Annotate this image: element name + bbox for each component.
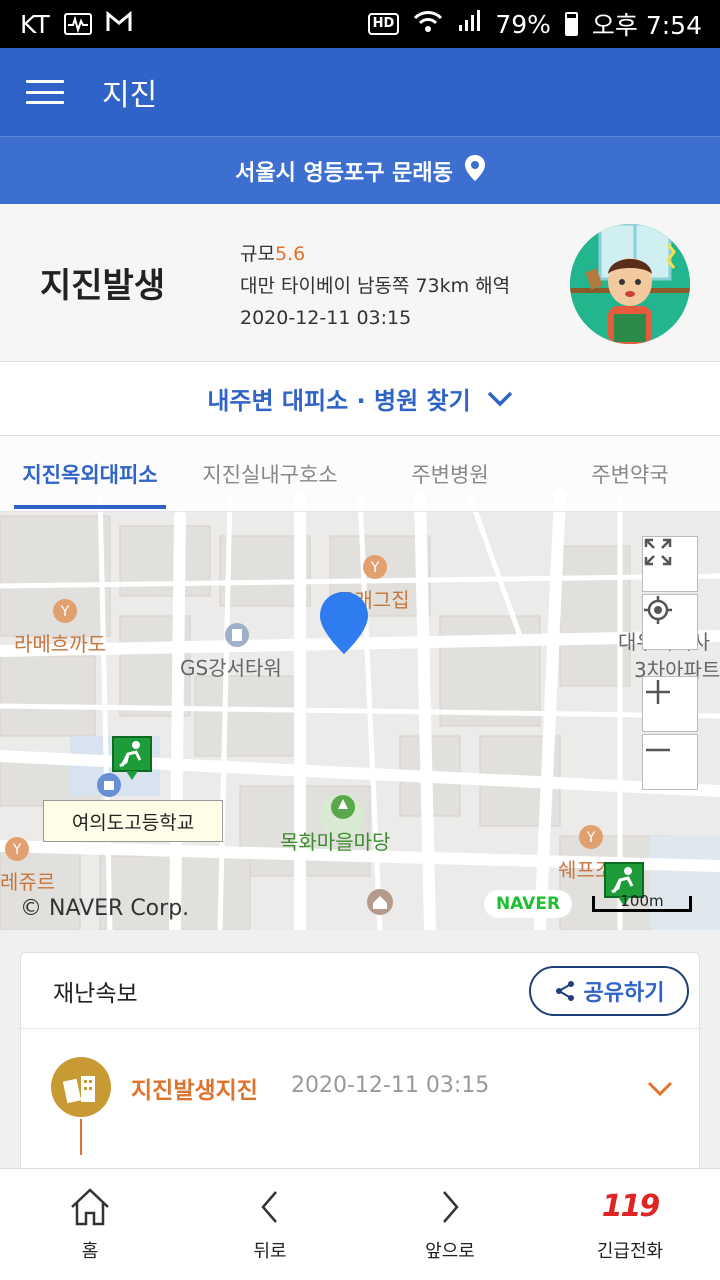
battery-icon — [564, 12, 578, 36]
earthquake-card: 지진발생 규모5.6 대만 타이베이 남동쪽 73km 해역 2020-12-1… — [0, 204, 720, 362]
character-illustration — [570, 224, 690, 344]
school-label[interactable]: 여의도고등학교 — [43, 800, 223, 842]
activity-icon — [63, 13, 92, 35]
svg-text:Y: Y — [60, 604, 70, 620]
building-collapse-icon — [51, 1057, 111, 1117]
nav-forward[interactable]: 앞으로 — [360, 1169, 540, 1280]
zoom-in-button[interactable] — [642, 676, 698, 732]
poi-park[interactable]: 목화마을마당 — [280, 826, 390, 855]
nav-back-label: 뒤로 — [253, 1240, 287, 1262]
share-button[interactable]: 공유하기 — [529, 965, 689, 1016]
my-location-button[interactable] — [642, 594, 698, 650]
magnitude-value: 5.6 — [274, 243, 306, 265]
map-copyright: © NAVER Corp. — [20, 896, 190, 921]
nav-emergency-label: 긴급전화 — [596, 1240, 664, 1262]
emergency-number: 119 — [601, 1189, 661, 1224]
signal-icon — [457, 9, 481, 39]
crosshair-icon — [644, 596, 672, 624]
earthquake-info: 규모5.6 대만 타이베이 남동쪽 73km 해역 2020-12-11 03:… — [240, 238, 510, 334]
svg-text:Y: Y — [586, 830, 596, 846]
earthquake-title: 지진발생 — [40, 266, 166, 306]
find-shelter-toggle[interactable]: 내주변 대피소 · 병원 찾기 — [0, 362, 720, 436]
magnitude-label: 규모 — [240, 243, 275, 265]
plus-icon — [646, 680, 670, 704]
tab-hospital[interactable]: 주변병원 — [360, 436, 540, 511]
nav-forward-label: 앞으로 — [425, 1240, 475, 1262]
location-bar[interactable]: 서울시 영등포구 문래동 — [0, 136, 720, 204]
svg-text:Y: Y — [370, 560, 380, 576]
home-icon — [68, 1187, 112, 1227]
nav-back[interactable]: 뒤로 — [180, 1169, 360, 1280]
emergency-119-icon: 119 — [601, 1187, 661, 1227]
nav-home[interactable]: 홈 — [0, 1169, 180, 1280]
facility-tabs: 지진옥외대피소 지진실내구호소 주변병원 주변약국 — [0, 436, 720, 512]
svg-text:Y: Y — [12, 842, 22, 858]
chevron-left-icon — [258, 1187, 282, 1227]
clock: 오후 7:54 — [591, 11, 702, 40]
poi-bakery[interactable]: 레쥬르 — [0, 866, 55, 895]
nav-home-label: 홈 — [81, 1240, 99, 1262]
app-bar: 지진 — [0, 48, 720, 136]
disaster-news-item[interactable]: 지진발생지진 2020-12-11 03:15 — [21, 1053, 699, 1155]
gmail-icon — [106, 10, 132, 39]
nav-emergency-call[interactable]: 119 긴급전화 — [540, 1169, 720, 1280]
chevron-down-icon[interactable] — [647, 1081, 673, 1101]
location-pin-icon — [464, 154, 485, 187]
earthquake-datetime: 2020-12-11 03:15 — [240, 307, 412, 329]
status-bar: KT HD 79% 오후 7:54 — [0, 0, 720, 48]
page-title: 지진 — [102, 78, 158, 113]
find-shelter-label: 내주변 대피소 · 병원 찾기 — [207, 387, 471, 415]
wifi-icon — [413, 9, 443, 39]
chevron-right-icon — [438, 1187, 462, 1227]
naver-logo: NAVER — [484, 890, 572, 918]
chevron-down-icon — [487, 385, 513, 413]
disaster-news-header: 재난속보 공유하기 — [21, 953, 699, 1029]
poi-ramen[interactable]: 라메흐까도 — [14, 628, 106, 657]
earthquake-location: 대만 타이베이 남동쪽 73km 해역 — [240, 275, 511, 297]
news-item-time: 2020-12-11 03:15 — [291, 1073, 490, 1098]
menu-icon[interactable] — [26, 80, 64, 104]
location-text: 서울시 영등포구 문래동 — [235, 160, 453, 186]
zoom-out-button[interactable] — [642, 734, 698, 790]
poi-tower[interactable]: GS강서타워 — [180, 652, 282, 681]
share-label: 공유하기 — [583, 980, 665, 1006]
news-item-title: 지진발생지진 — [131, 1078, 258, 1104]
disaster-news-title: 재난속보 — [53, 980, 138, 1007]
minus-icon — [646, 748, 670, 752]
tab-indoor-relief[interactable]: 지진실내구호소 — [180, 436, 360, 511]
fullscreen-button[interactable] — [642, 536, 698, 592]
tab-outdoor-shelter[interactable]: 지진옥외대피소 — [0, 436, 180, 511]
tab-pharmacy[interactable]: 주변약국 — [540, 436, 720, 511]
timeline-line — [80, 1119, 82, 1155]
bottom-navigation: 홈 뒤로 앞으로 119 긴급전화 — [0, 1168, 720, 1280]
expand-icon — [644, 538, 672, 566]
battery-percent: 79% — [495, 9, 551, 39]
share-icon — [555, 980, 574, 1001]
carrier-label: KT — [20, 9, 50, 39]
disaster-news-card: 재난속보 공유하기 지진발생지진 2020-12-11 03:15 — [20, 952, 700, 1182]
map-scale: 100m — [592, 894, 692, 912]
hd-badge: HD — [367, 13, 400, 35]
